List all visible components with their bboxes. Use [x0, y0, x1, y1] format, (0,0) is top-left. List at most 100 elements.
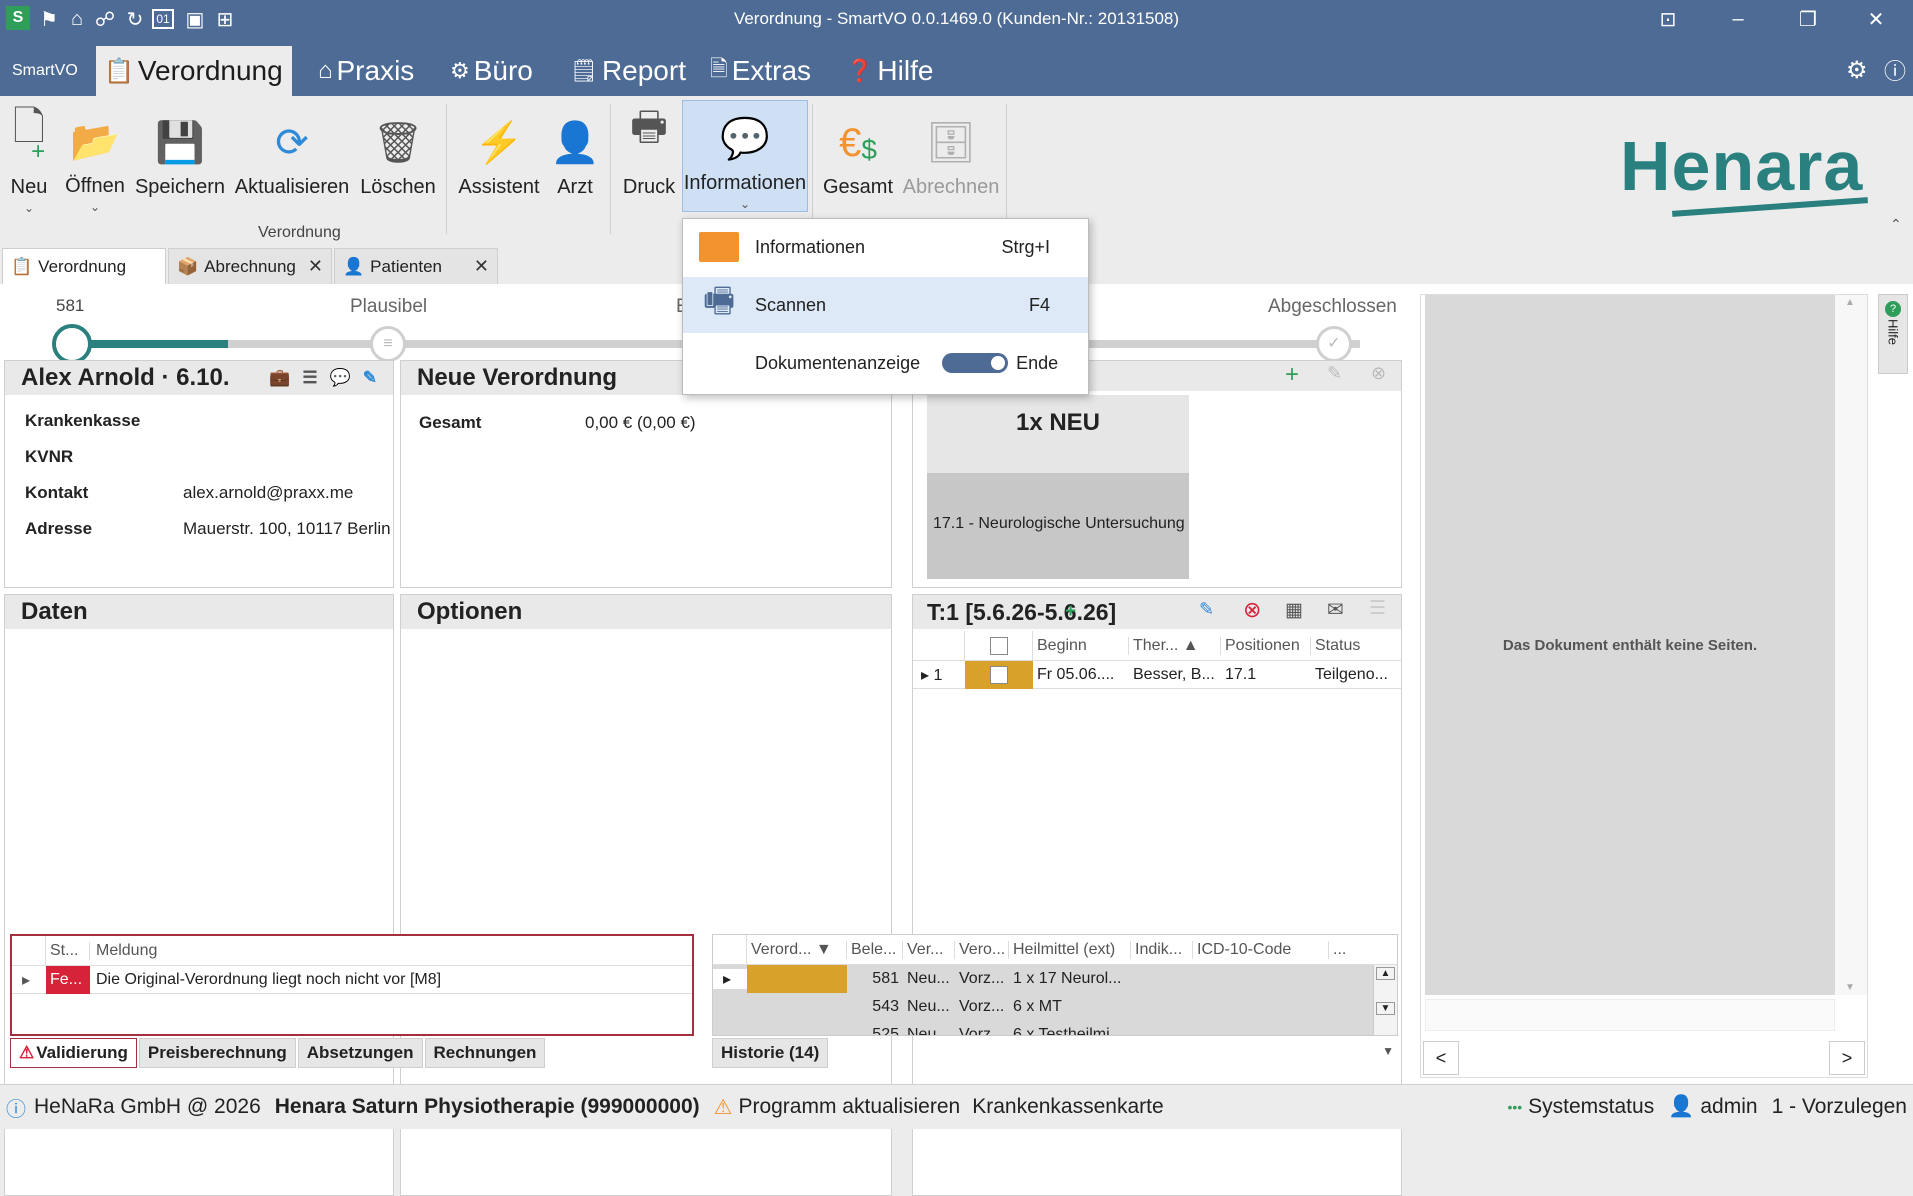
- col-beleg[interactable]: Bele...: [847, 940, 903, 959]
- gesamt-button[interactable]: € $ Gesamt: [820, 104, 896, 214]
- col-vero[interactable]: Vero...: [955, 940, 1009, 959]
- status-cell: Fe...: [46, 965, 90, 994]
- menu-item-scannen[interactable]: 🖷 Scannen F4: [683, 277, 1088, 333]
- scroll-down-icon[interactable]: ▼: [1376, 1002, 1395, 1015]
- briefcase-icon[interactable]: 💼: [269, 368, 290, 388]
- next-page-button[interactable]: >: [1829, 1041, 1865, 1075]
- posten-card-title[interactable]: 1x NEU: [927, 395, 1189, 473]
- prev-page-button[interactable]: <: [1423, 1041, 1459, 1075]
- tab-historie[interactable]: Historie (14): [712, 1038, 829, 1068]
- viewer-vscrollbar[interactable]: ▲ ▼: [1835, 295, 1867, 995]
- collapse-ribbon-icon[interactable]: ⌃: [1890, 216, 1902, 233]
- tab-verordnung[interactable]: 📋 Verordnung: [2, 248, 166, 284]
- tab-rechnungen[interactable]: Rechnungen: [424, 1038, 546, 1068]
- layout-icon[interactable]: ⊡: [1648, 4, 1688, 34]
- remove-icon[interactable]: ⊗: [1371, 363, 1386, 384]
- scroll-down-icon[interactable]: ▼: [1845, 982, 1855, 993]
- close-tab-icon[interactable]: ✕: [308, 256, 323, 277]
- tab-abrechnung[interactable]: 📦 Abrechnung ✕: [168, 248, 332, 284]
- dropdown-arrow-icon[interactable]: ▼: [1382, 1044, 1394, 1058]
- row-expander[interactable]: ▸ 1: [913, 665, 965, 685]
- col-therapeut[interactable]: Ther... ▲: [1129, 636, 1221, 655]
- update-link[interactable]: Programm aktualisieren: [738, 1095, 960, 1119]
- col-verordnung[interactable]: Verord... ▼: [747, 940, 847, 959]
- col-status[interactable]: St...: [46, 941, 90, 960]
- col-more[interactable]: ...: [1329, 941, 1355, 959]
- print-button[interactable]: 🖶 Druck: [618, 104, 680, 214]
- info-icon[interactable]: ⓘ: [1884, 54, 1906, 86]
- cell-status: Teilgeno...: [1315, 665, 1388, 683]
- tab-patienten[interactable]: 👤 Patienten ✕: [334, 248, 498, 284]
- tab-preisberechnung[interactable]: Preisberechnung: [138, 1038, 296, 1068]
- assistant-button[interactable]: ⚡ Assistent: [456, 104, 542, 214]
- col-heilmittel[interactable]: Heilmittel (ext): [1009, 940, 1131, 959]
- table-row[interactable]: ▸ 581 Neu... Vorz... 1 x 17 Neurol...: [713, 965, 1397, 993]
- doctor-button[interactable]: 👤 Arzt: [550, 104, 600, 214]
- table-row[interactable]: 543 Neu... Vorz... 6 x MT: [713, 993, 1397, 1021]
- col-beginn[interactable]: Beginn: [1033, 636, 1129, 655]
- informationen-button[interactable]: 💬 Informationen ⌄: [682, 100, 808, 212]
- value-kontakt[interactable]: alex.arnold@praxx.me: [183, 483, 353, 503]
- menu-praxis[interactable]: ⌂ Praxis: [310, 46, 422, 96]
- close-icon[interactable]: ✕: [1856, 4, 1896, 34]
- user-name[interactable]: admin: [1700, 1095, 1757, 1119]
- queue-status[interactable]: 1 - Vorzulegen: [1772, 1095, 1907, 1119]
- close-tab-icon[interactable]: ✕: [474, 256, 489, 277]
- calendar-grid-icon[interactable]: ▦: [1285, 599, 1303, 622]
- scroll-up-icon[interactable]: ▲: [1376, 967, 1395, 980]
- table-row[interactable]: 525 Neu... Vorz... 6 x Testheilmi...: [713, 1021, 1397, 1036]
- col-positionen[interactable]: Positionen: [1221, 636, 1311, 655]
- tab-absetzungen[interactable]: Absetzungen: [297, 1038, 423, 1068]
- mail-icon[interactable]: ✉: [1327, 597, 1344, 622]
- scroll-up-icon[interactable]: ▲: [1845, 297, 1855, 308]
- delete-circle-icon[interactable]: ⊗: [1243, 597, 1261, 623]
- edit-icon[interactable]: ✎: [363, 368, 377, 388]
- menu-buero[interactable]: ⚙ Büro: [442, 46, 541, 96]
- title-bar: S ⚑ ⌂ ☍ ↻ 01 ▣ ⊞ Verordnung - SmartVO 0.…: [0, 0, 1913, 38]
- workflow-step-plausibel: Plausibel: [350, 296, 428, 317]
- table-row[interactable]: ▸ 1 Fr 05.06.... Besser, B... 17.1 Teilg…: [913, 660, 1401, 689]
- menu-extras[interactable]: 🗎 Extras: [702, 46, 819, 96]
- posten-card-text[interactable]: 17.1 - Neurologische Untersuchung: [927, 473, 1189, 579]
- list-icon[interactable]: ☰: [1369, 597, 1386, 620]
- help-side-tab[interactable]: ? Hilfe: [1878, 294, 1908, 374]
- delete-button[interactable]: 🗑 Löschen: [360, 104, 436, 214]
- minimize-icon[interactable]: –: [1718, 4, 1758, 34]
- col-meldung[interactable]: Meldung: [90, 942, 157, 960]
- cell-heilmittel: 6 x Testheilmi...: [1013, 1026, 1123, 1036]
- row-expander[interactable]: ▸: [12, 970, 46, 990]
- comment-icon[interactable]: 💬: [330, 368, 351, 388]
- col-status[interactable]: Status: [1311, 637, 1401, 655]
- new-button[interactable]: 🗋 + Neu ⌄: [4, 104, 54, 215]
- menu-report[interactable]: 🗒 Report: [562, 46, 694, 96]
- col-ver[interactable]: Ver...: [903, 940, 955, 959]
- edit-icon[interactable]: ✎: [1199, 599, 1214, 620]
- open-button[interactable]: 📂 Öffnen ⌄: [62, 104, 128, 214]
- add-icon[interactable]: +: [1065, 601, 1076, 623]
- row-expander[interactable]: ▸: [713, 969, 747, 989]
- viewer-hscrollbar[interactable]: [1425, 999, 1835, 1031]
- save-button[interactable]: 💾 Speichern: [134, 104, 226, 214]
- col-indikation[interactable]: Indik...: [1131, 940, 1193, 959]
- dokumentenanzeige-toggle[interactable]: [942, 353, 1009, 373]
- row-checkbox[interactable]: [965, 660, 1033, 689]
- app-menu[interactable]: SmartVO: [12, 62, 78, 80]
- system-status-link[interactable]: Systemstatus: [1528, 1095, 1654, 1119]
- add-icon[interactable]: +: [1285, 361, 1299, 389]
- table-row[interactable]: ▸ Fe... Die Original-Verordnung liegt no…: [12, 965, 692, 994]
- refresh-button[interactable]: ⟳ Aktualisieren: [232, 104, 352, 214]
- historie-scrollbar[interactable]: ▲ ▼: [1373, 965, 1397, 1035]
- list-icon[interactable]: ☰: [302, 368, 317, 388]
- menu-hilfe[interactable]: ❓ Hilfe: [838, 46, 941, 96]
- maximize-icon[interactable]: ❐: [1788, 4, 1828, 34]
- edit-icon[interactable]: ✎: [1327, 363, 1342, 384]
- abrechnen-button[interactable]: 🗄 Abrechnen: [902, 104, 1000, 214]
- settings-gear-icon[interactable]: ⚙: [1846, 56, 1868, 85]
- tab-validierung[interactable]: ⚠ Validierung: [10, 1038, 137, 1068]
- col-icd10[interactable]: ICD-10-Code: [1193, 940, 1329, 959]
- select-all-checkbox[interactable]: [965, 630, 1033, 661]
- menu-item-informationen[interactable]: Informationen Strg+I: [683, 219, 1088, 275]
- insurance-card-link[interactable]: Krankenkassenkarte: [972, 1095, 1163, 1119]
- menu-item-dokumentenanzeige[interactable]: Dokumentenanzeige Ende: [683, 335, 1088, 391]
- menu-verordnung[interactable]: 📋 Verordnung: [96, 46, 292, 96]
